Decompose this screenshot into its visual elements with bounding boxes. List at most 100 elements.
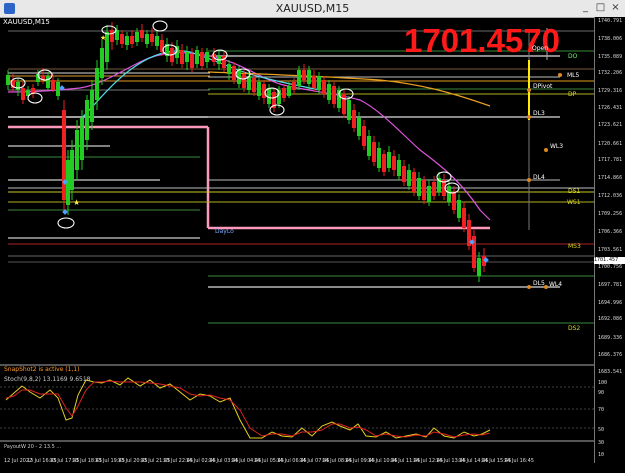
- candle-body: [312, 76, 316, 88]
- candle-body: [185, 52, 189, 62]
- chart-symbol-label: XAUUSD,M15: [3, 18, 50, 26]
- label-MS3: MS3: [568, 243, 581, 250]
- price-tick: 1689.336: [598, 335, 623, 341]
- candle-body: [135, 32, 139, 42]
- price-tick: 70: [598, 407, 605, 413]
- candle-body: [155, 36, 159, 46]
- price-tick: 1692.086: [598, 316, 623, 322]
- candle-body: [227, 64, 231, 74]
- price-tick: 100: [598, 380, 608, 386]
- candle-body: [242, 74, 246, 88]
- candle-body: [402, 166, 406, 182]
- candle-body: [6, 75, 10, 85]
- candle-body: [120, 34, 124, 44]
- candle-body: [427, 186, 431, 202]
- label-DayLo: DayLo: [215, 228, 234, 235]
- candle-body: [51, 80, 55, 90]
- price-tick: 1729.316: [598, 88, 623, 94]
- candle-body: [80, 118, 84, 160]
- price-tick: 1738.006: [598, 36, 623, 42]
- candle-body: [90, 90, 94, 122]
- svg-text:★: ★: [100, 34, 106, 42]
- candle-body: [322, 80, 326, 94]
- candle-body: [367, 136, 371, 156]
- candle-body: [21, 88, 25, 100]
- price-tick: 1683.541: [598, 369, 623, 375]
- price-tick: 1697.781: [598, 282, 623, 288]
- candle-body: [140, 30, 144, 38]
- price-tick: 1714.866: [598, 175, 623, 181]
- price-tick: 1720.661: [598, 141, 623, 147]
- candle-body: [372, 142, 376, 162]
- time-tick: 14 Jul 16:45: [504, 458, 534, 464]
- candle-body: [362, 126, 366, 146]
- candle-body: [422, 180, 426, 200]
- price-tick: 1712.036: [598, 193, 623, 199]
- candlesticks: [6, 22, 486, 282]
- price-tick: 1723.621: [598, 122, 623, 128]
- stochastic-label: Stoch(9,8,2) 13.1169 9.6518: [4, 376, 91, 383]
- price-tick: 1706.366: [598, 229, 623, 235]
- big-price-readout: 1701.4570: [404, 22, 560, 59]
- label-DL5: DL5: [533, 280, 545, 287]
- snapshot-status: SnapShot2 is active (1,1): [4, 366, 80, 373]
- stoch-levels: [0, 386, 594, 429]
- price-tick: 30: [598, 440, 605, 446]
- label-WS1: WS1: [567, 199, 581, 206]
- price-tick: 1732.206: [598, 70, 623, 76]
- price-tick: 1686.376: [598, 352, 623, 358]
- candle-body: [347, 100, 351, 120]
- candle-body: [317, 76, 321, 90]
- candle-body: [195, 50, 199, 64]
- price-tick: 1726.431: [598, 105, 623, 111]
- label-DL4: DL4: [533, 174, 545, 181]
- candle-body: [387, 152, 391, 168]
- label-DS1: DS1: [568, 188, 581, 195]
- candle-body: [200, 52, 204, 66]
- price-axis[interactable]: [594, 17, 625, 463]
- candle-body: [190, 54, 194, 68]
- candle-body: [180, 50, 184, 64]
- label-ML5: ML5: [567, 72, 580, 79]
- candle-body: [297, 70, 301, 86]
- candle-body: [287, 86, 291, 96]
- candle-body: [332, 86, 336, 104]
- candle-body: [462, 208, 466, 228]
- candle-body: [412, 172, 416, 192]
- price-tick: 10: [598, 452, 605, 458]
- candle-body: [110, 30, 114, 42]
- terminal-window: XAUUSD,M15 _ □ × ★ ★ XAUUSD,M15 1701.457…: [0, 0, 625, 473]
- candle-body: [302, 70, 306, 80]
- candle-body: [267, 88, 271, 104]
- candle-body: [447, 186, 451, 202]
- candle-body: [56, 82, 60, 96]
- candle-body: [62, 110, 66, 200]
- candle-body: [397, 160, 401, 176]
- candle-body: [232, 66, 236, 80]
- candle-body: [452, 192, 456, 210]
- candle-body: [342, 94, 346, 114]
- candle-body: [130, 36, 134, 44]
- candle-body: [85, 100, 89, 140]
- candle-body: [75, 130, 79, 170]
- price-tick: 1703.561: [598, 247, 623, 253]
- candle-body: [417, 178, 421, 196]
- candle-body: [352, 110, 356, 128]
- candle-body: [282, 88, 286, 98]
- label-WL3: WL3: [550, 143, 564, 150]
- candle-body: [95, 68, 99, 100]
- candle-body: [125, 36, 129, 45]
- candle-body: [307, 70, 311, 84]
- candle-body: [392, 156, 396, 170]
- candle-body: [457, 200, 461, 218]
- price-chart[interactable]: ★ ★: [0, 0, 625, 473]
- label-DP: DP: [568, 91, 577, 98]
- candle-body: [357, 118, 361, 136]
- candle-body: [477, 258, 481, 276]
- lower-indicator-label: PayoutW 20 - 2 13.5 ...: [4, 444, 62, 450]
- label-DL3: DL3: [533, 110, 545, 117]
- current-price-tag: 1701.457: [594, 257, 625, 264]
- swing-markers: [10, 20, 460, 229]
- price-tick: 1740.791: [598, 18, 623, 24]
- label-DS2: DS2: [568, 325, 581, 332]
